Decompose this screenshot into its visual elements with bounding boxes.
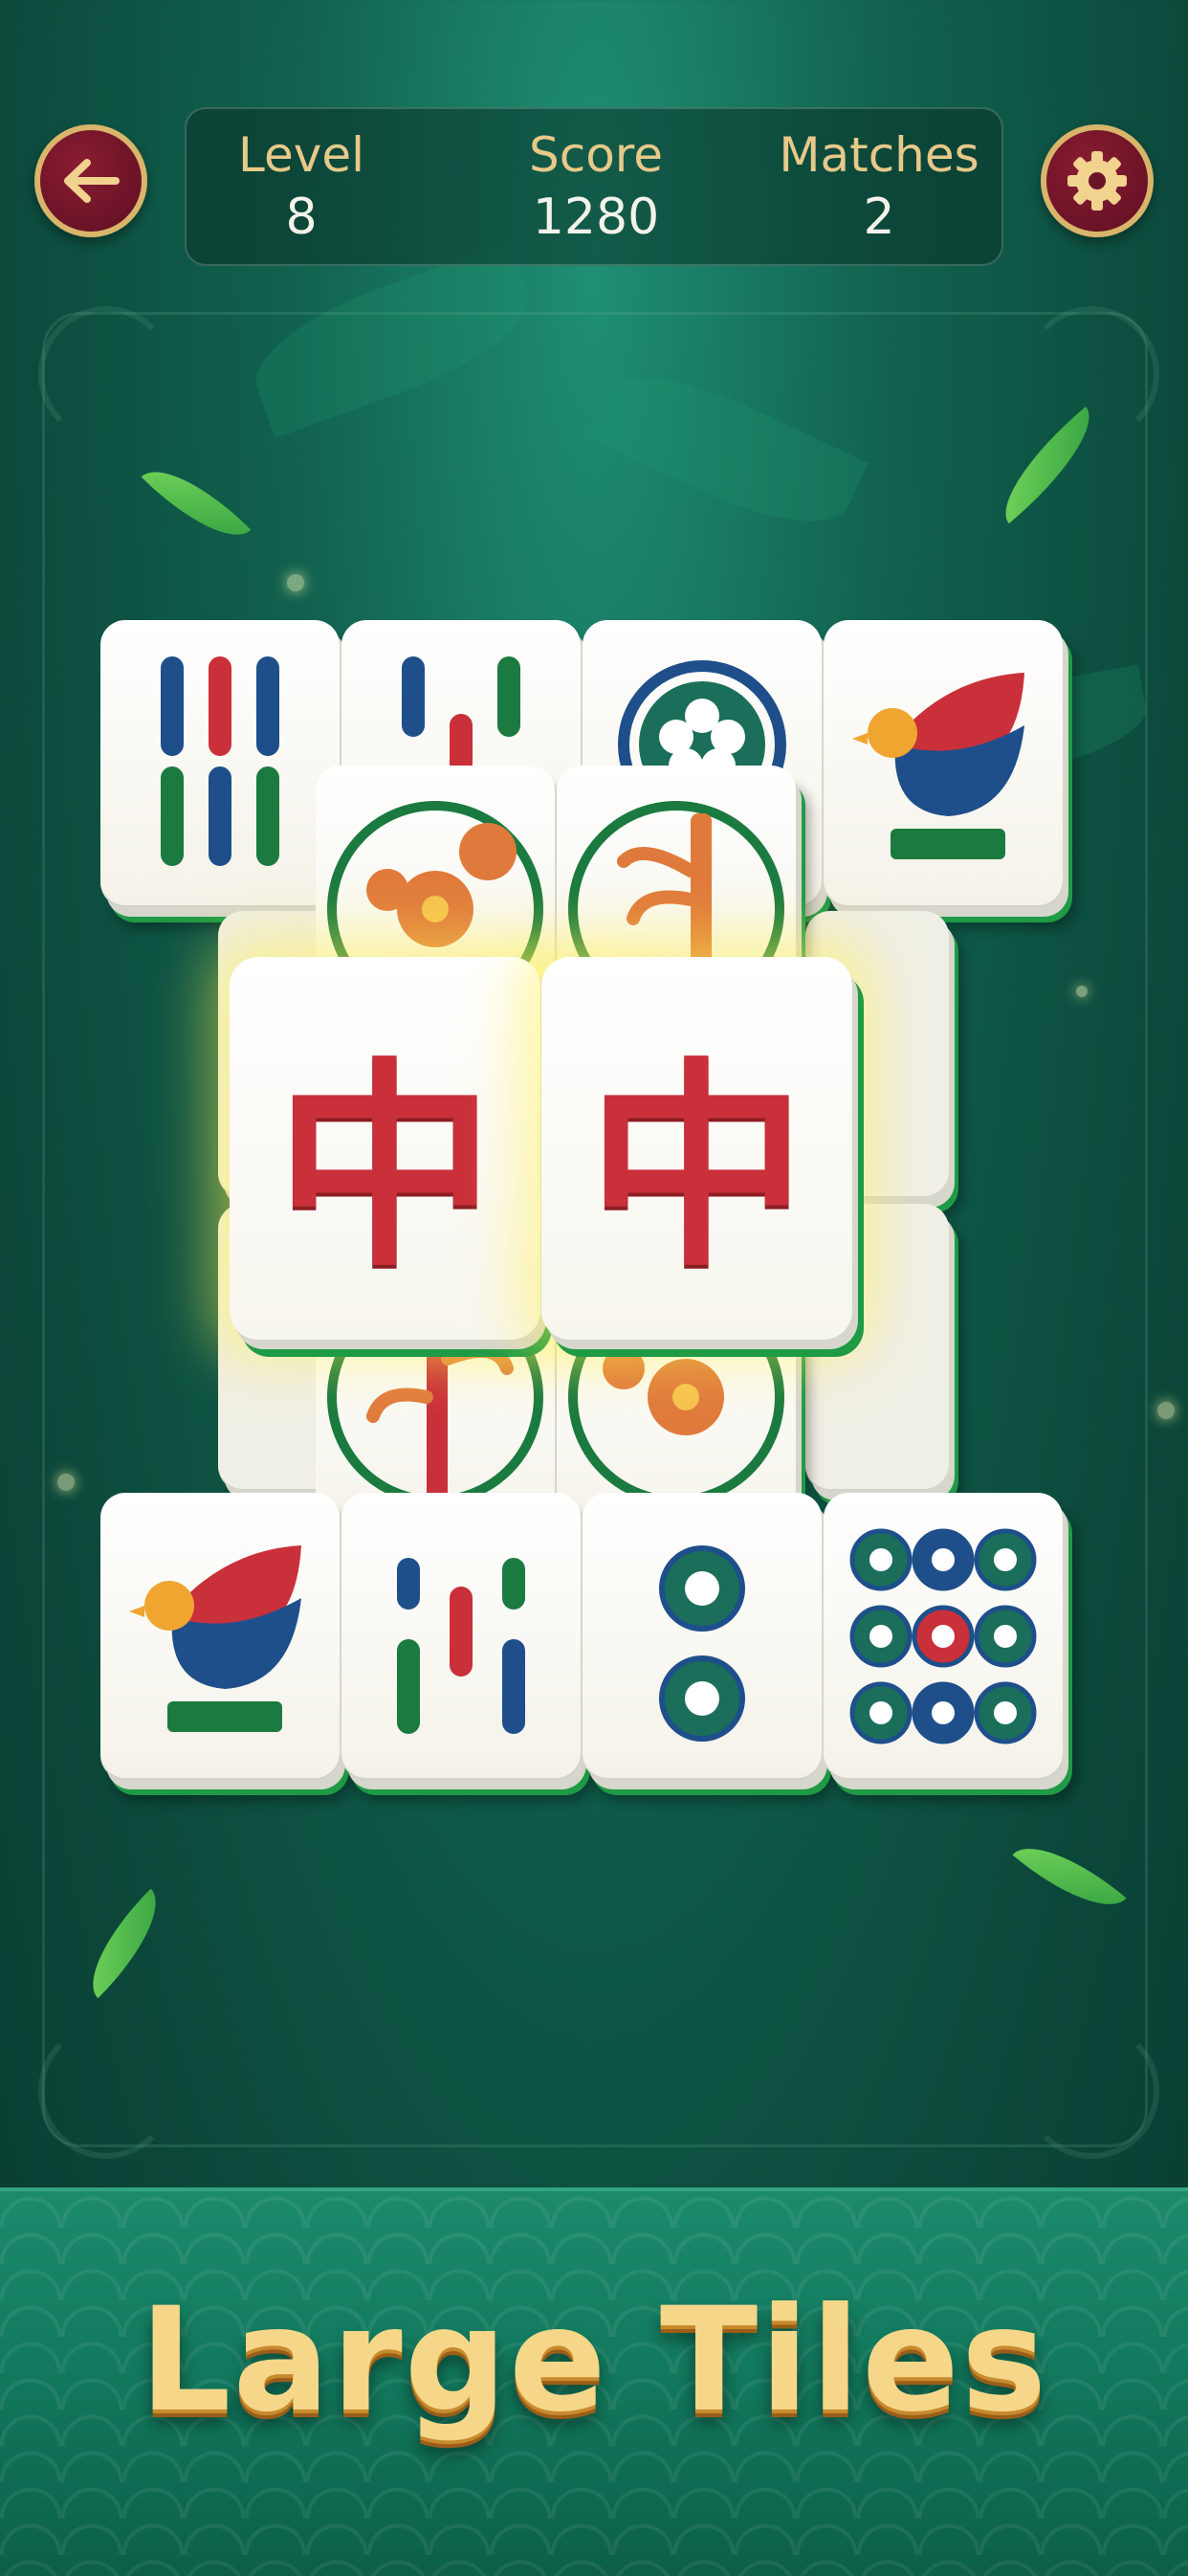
score-label: Score [528,127,664,183]
sparkle [287,574,304,591]
red-dragon-glyph: 中 [275,1040,495,1297]
level-label: Level [238,127,364,183]
tile-bamboo-five[interactable] [341,1493,581,1780]
sparkle [1157,1402,1175,1419]
sparkle [1076,986,1088,997]
red-dragon-glyph: 中 [586,1040,807,1297]
frame-ornament [38,2023,174,2159]
frame-ornament [1023,306,1159,442]
tile-red-dragon-selected[interactable]: 中 [541,957,852,1340]
circle-nine-icon [849,1528,1037,1744]
bird-icon [129,1545,301,1732]
score-stat: Score 1280 [481,124,711,249]
bird-icon [852,673,1024,859]
bamboo-five-icon [397,1558,525,1734]
matches-stat: Matches 2 [764,124,994,249]
back-button[interactable] [34,124,147,237]
level-value: 8 [285,189,318,246]
bamboo-six-icon [161,656,279,866]
headline-text: Large Tiles [139,2277,1049,2444]
tile-circle-nine[interactable] [824,1493,1063,1780]
stats-panel: Level 8 Score 1280 Matches 2 [185,107,1003,266]
frame-ornament [38,306,174,442]
tile-red-dragon-selected[interactable]: 中 [230,957,540,1340]
tile-bird[interactable] [100,1493,340,1780]
matches-value: 2 [863,189,895,246]
score-value: 1280 [532,189,660,246]
circle-two-icon [659,1545,745,1742]
settings-button[interactable] [1041,124,1154,237]
frame-ornament [1023,2023,1159,2159]
sparkle [57,1474,75,1491]
tile-bird[interactable] [824,620,1063,907]
tile-bamboo-six[interactable] [100,620,340,907]
gear-icon [1067,151,1127,211]
tile-circle-two[interactable] [583,1493,822,1780]
matches-label: Matches [779,127,979,183]
level-stat: Level 8 [187,124,416,249]
arrow-left-icon [64,159,120,203]
